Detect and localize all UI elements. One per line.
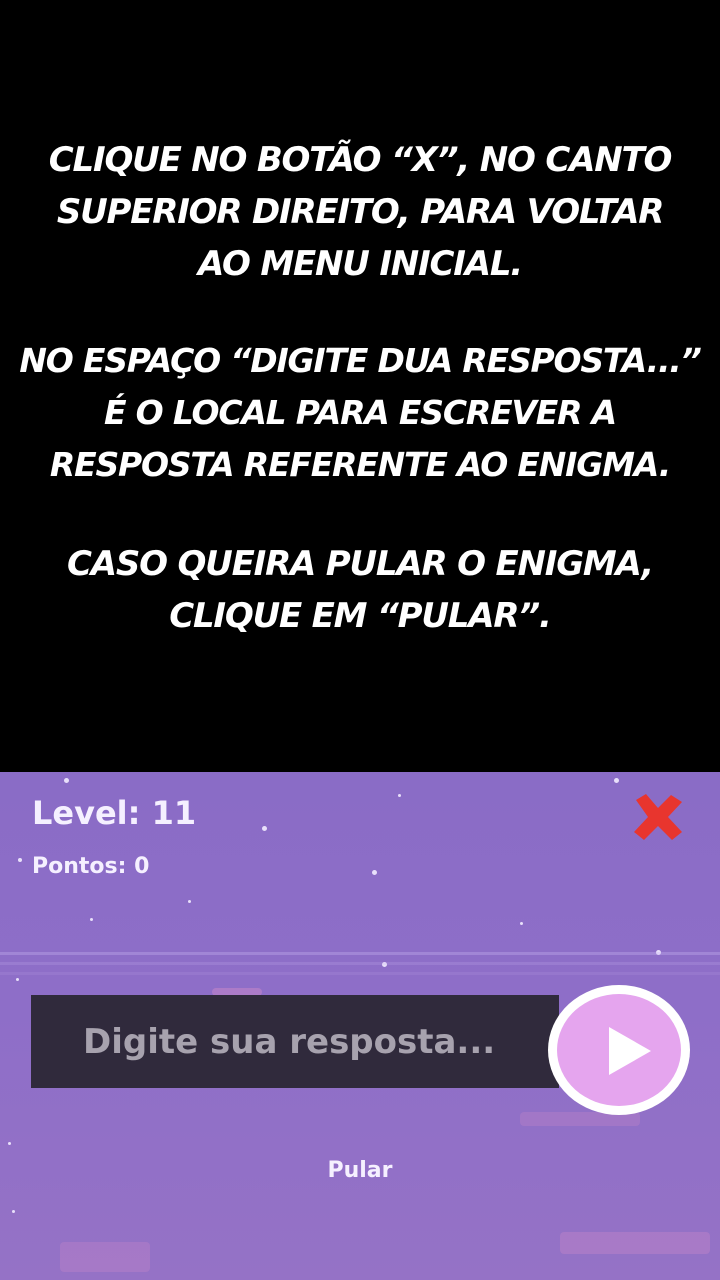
instruction-line: CASO QUEIRA PULAR O ENIGMA, (66, 544, 654, 584)
star-decoration (398, 794, 401, 797)
cloud-decoration (60, 1242, 150, 1272)
close-x-icon (634, 794, 682, 840)
instruction-line: AO MENU INICIAL. (197, 244, 523, 284)
instruction-line: CLIQUE EM “PULAR”. (169, 596, 552, 636)
instruction-paragraph-answer: NO ESPAÇO “DIGITE DUA RESPOSTA...” É O L… (0, 335, 720, 491)
band-decoration (0, 972, 720, 975)
star-decoration (188, 900, 191, 903)
close-button[interactable] (628, 790, 688, 846)
level-label: Level: 11 (32, 794, 197, 832)
star-decoration (614, 778, 619, 783)
answer-input[interactable] (31, 995, 559, 1088)
star-decoration (12, 1210, 15, 1213)
game-screen: Level: 11 Pontos: 0 Pular (0, 772, 720, 1280)
star-decoration (90, 918, 93, 921)
star-decoration (18, 858, 22, 862)
star-decoration (520, 922, 523, 925)
skip-button[interactable]: Pular (0, 1158, 720, 1183)
instruction-line: SUPERIOR DIREITO, PARA VOLTAR (56, 192, 665, 232)
instructions-panel: CLIQUE NO BOTÃO “X”, NO CANTO SUPERIOR D… (0, 0, 720, 772)
instruction-line: NO ESPAÇO “DIGITE DUA RESPOSTA...” (19, 341, 702, 380)
band-decoration (0, 962, 720, 965)
star-decoration (262, 826, 267, 831)
star-decoration (372, 870, 377, 875)
cloud-decoration (560, 1232, 710, 1254)
points-label: Pontos: 0 (32, 854, 150, 879)
instruction-line: RESPOSTA REFERENTE AO ENIGMA. (49, 445, 671, 484)
submit-button-fill (557, 994, 681, 1106)
instruction-paragraph-close: CLIQUE NO BOTÃO “X”, NO CANTO SUPERIOR D… (0, 134, 720, 290)
instruction-paragraph-skip: CASO QUEIRA PULAR O ENIGMA, CLIQUE EM “P… (0, 538, 720, 642)
star-decoration (8, 1142, 11, 1145)
star-decoration (16, 978, 19, 981)
star-decoration (64, 778, 69, 783)
band-decoration (0, 952, 720, 955)
submit-button[interactable] (548, 985, 690, 1115)
instruction-line: É O LOCAL PARA ESCREVER A (104, 393, 617, 432)
play-icon (609, 1027, 651, 1075)
instruction-line: CLIQUE NO BOTÃO “X”, NO CANTO (48, 140, 673, 180)
